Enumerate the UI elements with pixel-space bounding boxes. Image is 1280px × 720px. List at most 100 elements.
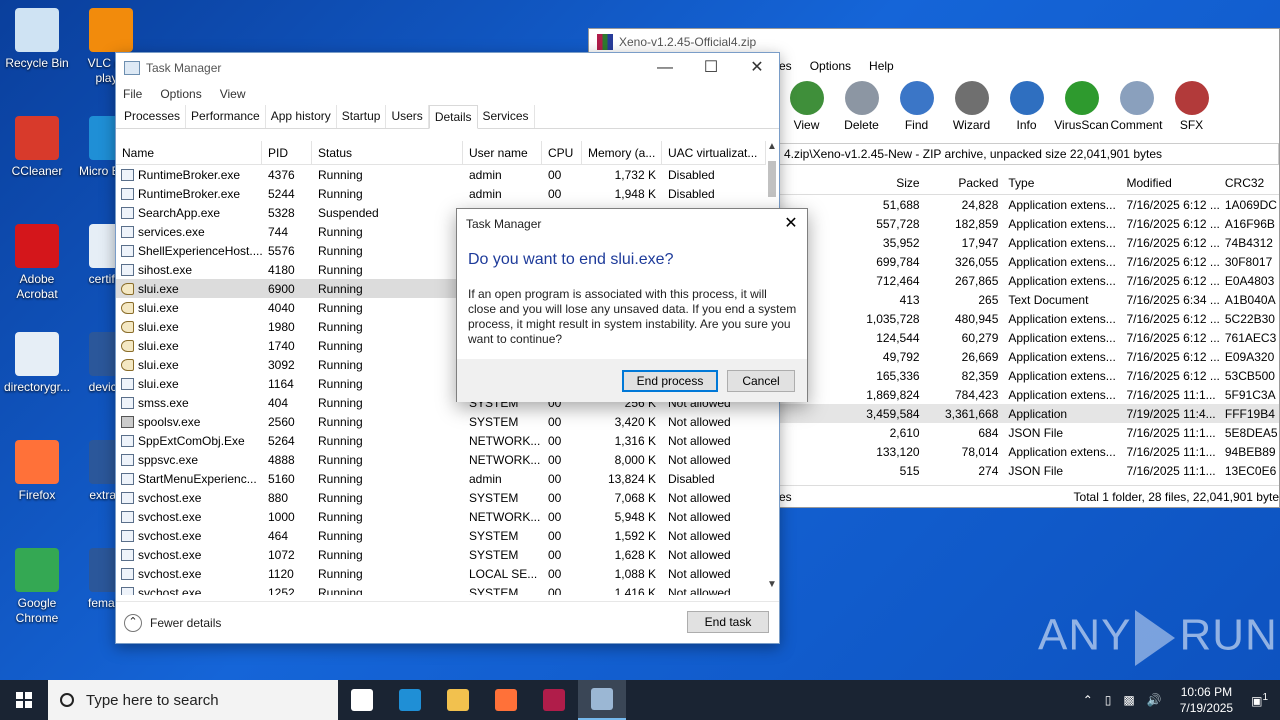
column-header[interactable]: User name	[463, 141, 542, 164]
task-manager-titlebar[interactable]: Task Manager — ☐ ✕	[116, 53, 779, 83]
archive-row[interactable]: 557,728 182,859 Application extens... 7/16/…	[779, 214, 1279, 233]
taskbar-app[interactable]	[338, 680, 386, 720]
process-row[interactable]: spoolsv.exe 2560 Running SYSTEM 00 3,420 K Not…	[116, 412, 766, 431]
desktop-icon[interactable]: Google Chrome	[0, 548, 74, 626]
toolbar-button-view[interactable]: View	[779, 79, 834, 137]
process-row[interactable]: SppExtComObj.Exe 5264 Running NETWORK... 00 1…	[116, 431, 766, 450]
process-row[interactable]: svchost.exe 1072 Running SYSTEM 00 1,628 K Not…	[116, 545, 766, 564]
archive-row[interactable]: 133,120 78,014 Application extens... 7/16/2…	[779, 442, 1279, 461]
taskbar-search-box[interactable]: Type here to search	[48, 680, 338, 720]
column-header[interactable]: PID	[262, 141, 312, 164]
archive-row[interactable]: 35,952 17,947 Application extens... 7/16/20…	[779, 233, 1279, 252]
column-header[interactable]: Memory (a...	[582, 141, 662, 164]
fewer-details-button[interactable]: ⌃ Fewer details	[124, 613, 221, 632]
winrar-menu-item[interactable]: es	[779, 59, 792, 73]
tab-users[interactable]: Users	[386, 105, 429, 128]
tab-processes[interactable]: Processes	[119, 105, 187, 128]
process-row[interactable]: svchost.exe 464 Running SYSTEM 00 1,592 K Not …	[116, 526, 766, 545]
menu-item[interactable]: View	[220, 87, 246, 101]
toolbar-button-virusscan[interactable]: VirusScan	[1054, 79, 1109, 137]
toolbar-button-delete[interactable]: Delete	[834, 79, 889, 137]
desktop-icon[interactable]: Firefox	[0, 440, 74, 503]
column-header[interactable]: CRC32	[1220, 176, 1279, 190]
volume-icon[interactable]: 🔊	[1147, 693, 1162, 707]
archive-row[interactable]: 699,784 326,055 Application extens... 7/16/…	[779, 252, 1279, 271]
archive-row[interactable]: 515 274 JSON File 7/16/2025 11:1... 13EC0E6	[779, 461, 1279, 480]
process-name-cell: SppExtComObj.Exe	[116, 434, 262, 448]
tab-services[interactable]: Services	[478, 105, 535, 128]
column-header[interactable]: Name	[116, 141, 262, 164]
taskbar-app[interactable]	[482, 680, 530, 720]
tab-app-history[interactable]: App history	[266, 105, 337, 128]
tab-performance[interactable]: Performance	[186, 105, 266, 128]
scroll-thumb[interactable]	[768, 161, 776, 197]
archive-row[interactable]: 2,610 684 JSON File 7/16/2025 11:1... 5E8DEA…	[779, 423, 1279, 442]
toolbar-button-sfx[interactable]: SFX	[1164, 79, 1219, 137]
process-row[interactable]: svchost.exe 1120 Running LOCAL SE... 00 1,088…	[116, 564, 766, 583]
taskbar-app[interactable]	[530, 680, 578, 720]
menu-item[interactable]: File	[123, 87, 142, 101]
scroll-down-arrow-icon[interactable]: ▼	[764, 579, 780, 595]
toolbar-button-wizard[interactable]: Wizard	[944, 79, 999, 137]
process-icon	[121, 529, 134, 542]
archive-row[interactable]: 51,688 24,828 Application extens... 7/16/20…	[779, 195, 1279, 214]
desktop-icon[interactable]: directorygr...	[0, 332, 74, 395]
desktop-icon[interactable]: Recycle Bin	[0, 8, 74, 71]
winrar-menu-item[interactable]: Help	[869, 59, 894, 73]
tab-startup[interactable]: Startup	[337, 105, 387, 128]
notification-icon[interactable]: ▣1	[1251, 692, 1268, 708]
start-button[interactable]	[0, 680, 48, 720]
archive-row[interactable]: 124,544 60,279 Application extens... 7/16/2…	[779, 328, 1279, 347]
maximize-button[interactable]: ☐	[688, 53, 734, 83]
toolbar-button-info[interactable]: Info	[999, 79, 1054, 137]
close-button[interactable]: ✕	[734, 53, 780, 83]
minimize-button[interactable]: —	[642, 53, 688, 83]
archive-row[interactable]: 712,464 267,865 Application extens... 7/16/…	[779, 271, 1279, 290]
menu-item[interactable]: Options	[160, 87, 201, 101]
network-icon[interactable]: ▩	[1123, 693, 1134, 707]
end-process-button[interactable]: End process	[622, 370, 718, 392]
chevron-up-icon[interactable]: ⌃	[1083, 693, 1093, 707]
column-header[interactable]: Packed	[925, 176, 1004, 190]
end-process-dialog[interactable]: Task Manager ✕ Do you want to end slui.e…	[456, 208, 808, 402]
cancel-button[interactable]: Cancel	[727, 370, 795, 392]
archive-row[interactable]: 1,869,824 784,423 Application extens... 7/1…	[779, 385, 1279, 404]
archive-cell-modified: 7/16/2025 6:12 ...	[1126, 349, 1220, 364]
column-header[interactable]: Status	[312, 141, 463, 164]
desktop-icon[interactable]: CCleaner	[0, 116, 74, 179]
column-header[interactable]: Size	[779, 176, 925, 190]
archive-row[interactable]: 1,035,728 480,945 Application extens... 7/1…	[779, 309, 1279, 328]
desktop-icon[interactable]: Adobe Acrobat	[0, 224, 74, 302]
archive-row[interactable]: 413 265 Text Document 7/16/2025 6:34 ... A1B…	[779, 290, 1279, 309]
tab-details[interactable]: Details	[428, 105, 478, 129]
process-row[interactable]: svchost.exe 880 Running SYSTEM 00 7,068 K Not …	[116, 488, 766, 507]
process-row[interactable]: sppsvc.exe 4888 Running NETWORK... 00 8,000 K…	[116, 450, 766, 469]
process-row[interactable]: svchost.exe 1252 Running SYSTEM 00 1,416 K Not…	[116, 583, 766, 595]
dialog-close-icon[interactable]: ✕	[775, 209, 807, 239]
archive-row[interactable]: 3,459,584 3,361,668 Application 7/19/2025 1…	[779, 404, 1279, 423]
process-name: slui.exe	[138, 376, 179, 391]
column-header[interactable]: Type	[1003, 176, 1121, 190]
battery-icon[interactable]: ▯	[1105, 693, 1112, 707]
process-row[interactable]: StartMenuExperienc... 5160 Running admin 00 1…	[116, 469, 766, 488]
column-header[interactable]: UAC virtualizat...	[662, 141, 766, 164]
column-header[interactable]: Modified	[1121, 176, 1219, 190]
archive-row[interactable]: 165,336 82,359 Application extens... 7/16/2…	[779, 366, 1279, 385]
end-task-button[interactable]: End task	[687, 611, 769, 633]
process-row[interactable]: RuntimeBroker.exe 4376 Running admin 00 1,732…	[116, 165, 766, 184]
clock[interactable]: 10:06 PM 7/19/2025	[1180, 684, 1233, 716]
archive-path-bar[interactable]: 4.zip\Xeno-v1.2.45-New - ZIP archive, un…	[779, 143, 1279, 165]
process-row[interactable]: RuntimeBroker.exe 5244 Running admin 00 1,948…	[116, 184, 766, 203]
process-status: Running	[318, 376, 363, 391]
toolbar-button-find[interactable]: Find	[889, 79, 944, 137]
taskbar-app[interactable]	[386, 680, 434, 720]
archive-cell-packed: 17,947	[961, 235, 999, 250]
scroll-up-arrow-icon[interactable]: ▲	[764, 141, 780, 157]
process-row[interactable]: svchost.exe 1000 Running NETWORK... 00 5,948 …	[116, 507, 766, 526]
taskbar-app[interactable]	[434, 680, 482, 720]
archive-row[interactable]: 49,792 26,669 Application extens... 7/16/20…	[779, 347, 1279, 366]
taskbar-app[interactable]	[578, 680, 626, 720]
toolbar-button-comment[interactable]: Comment	[1109, 79, 1164, 137]
winrar-menu-item[interactable]: Options	[810, 59, 851, 73]
column-header[interactable]: CPU	[542, 141, 582, 164]
